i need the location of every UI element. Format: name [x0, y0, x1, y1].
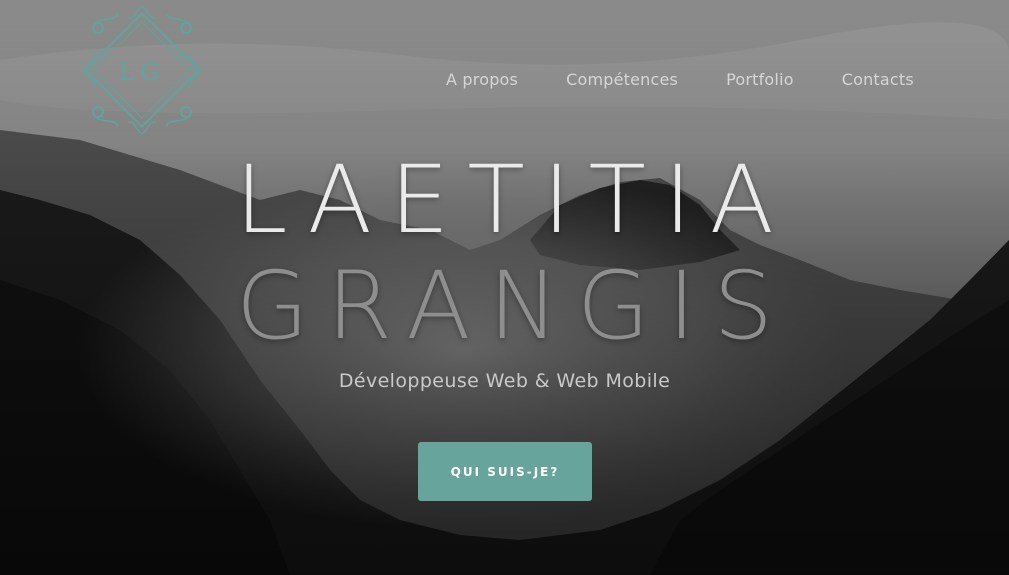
qui-suis-je-button[interactable]: QUI SUIS-JE? — [418, 442, 592, 501]
logo-initials: LG — [118, 58, 166, 86]
hero-first-name: LAETITIA — [235, 146, 792, 255]
hero-last-name: GRANGIS — [235, 252, 792, 361]
nav-link-portfolio[interactable]: Portfolio — [726, 70, 794, 89]
logo[interactable]: LG — [74, 4, 210, 136]
nav-link-competences[interactable]: Compétences — [566, 70, 678, 89]
nav-link-a-propos[interactable]: A propos — [446, 70, 518, 89]
hero-subtitle: Développeuse Web & Web Mobile — [338, 370, 671, 392]
main-navigation: A propos Compétences Portfolio Contacts — [446, 70, 914, 89]
hero-section: LG A propos Compétences Portfolio Contac… — [0, 0, 1009, 575]
nav-link-contacts[interactable]: Contacts — [842, 70, 914, 89]
